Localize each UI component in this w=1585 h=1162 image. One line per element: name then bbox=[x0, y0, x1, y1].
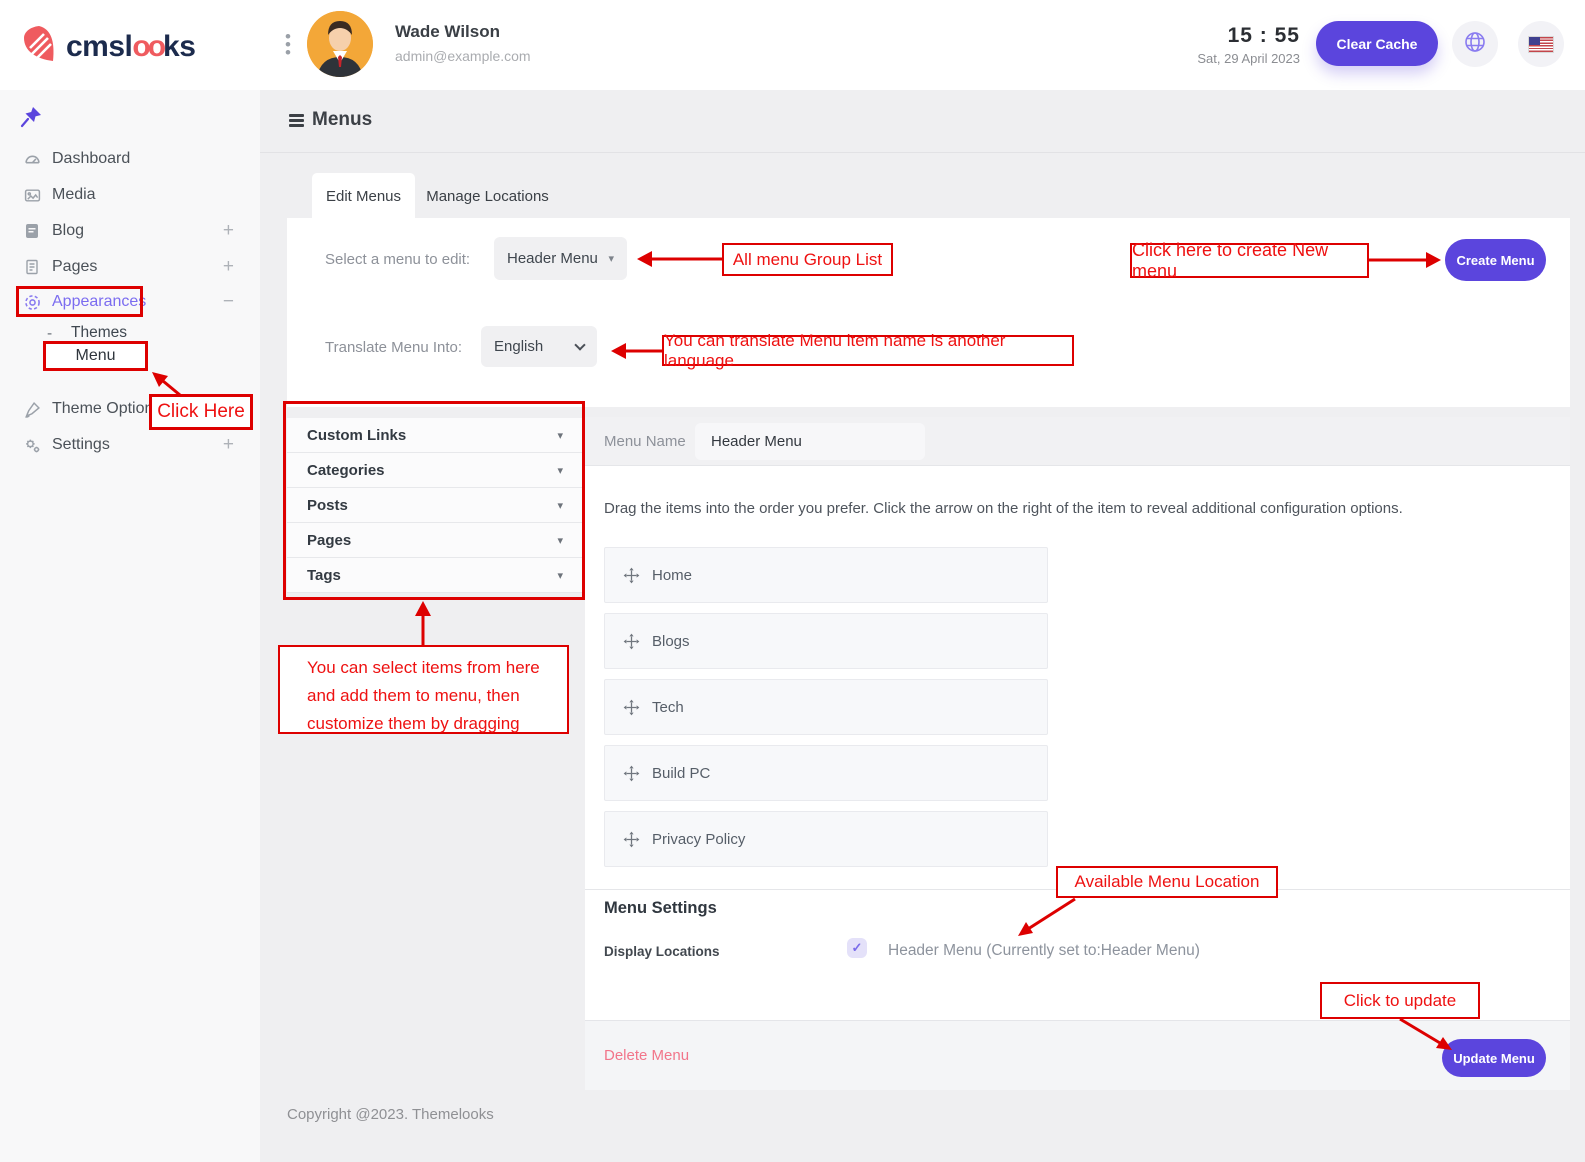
clear-cache-button[interactable]: Clear Cache bbox=[1316, 21, 1438, 66]
user-name: Wade Wilson bbox=[395, 22, 500, 42]
annotation-menu-group: All menu Group List bbox=[722, 243, 893, 276]
move-arrows-icon[interactable] bbox=[623, 699, 640, 716]
panel-footer: Delete Menu Update Menu bbox=[585, 1020, 1570, 1090]
vertical-dots-icon[interactable]: ••• bbox=[285, 33, 291, 57]
annotation-update: Click to update bbox=[1320, 982, 1480, 1019]
move-arrows-icon[interactable] bbox=[623, 831, 640, 848]
sidebar-item-label: Theme Options bbox=[52, 400, 161, 418]
move-arrows-icon[interactable] bbox=[623, 567, 640, 584]
expand-plus-icon[interactable]: + bbox=[223, 220, 234, 242]
language-globe-button[interactable] bbox=[1452, 21, 1498, 67]
display-locations-label: Display Locations bbox=[604, 944, 720, 959]
page-title-bar: Menus bbox=[260, 90, 1585, 153]
brand-wordmark: cmslooks bbox=[66, 30, 195, 64]
drag-hint-text: Drag the items into the order you prefer… bbox=[604, 500, 1403, 517]
menu-name-label: Menu Name bbox=[604, 433, 686, 450]
document-icon bbox=[23, 259, 41, 275]
annotation-outline-accordion bbox=[283, 401, 585, 600]
annotation-location: Available Menu Location bbox=[1056, 866, 1278, 898]
translate-select-value: English bbox=[494, 338, 543, 355]
menu-select-dropdown[interactable]: Header Menu ▾ bbox=[494, 237, 627, 280]
menu-select-value: Header Menu bbox=[507, 250, 598, 267]
translate-select-dropdown[interactable]: English bbox=[481, 326, 597, 367]
menu-item-home[interactable]: Home bbox=[604, 547, 1048, 603]
sidebar-item-dashboard[interactable]: Dashboard bbox=[0, 145, 260, 173]
annotation-translate: You can translate Menu item name is anot… bbox=[662, 335, 1074, 366]
user-avatar[interactable] bbox=[307, 11, 373, 77]
check-icon: ✓ bbox=[852, 940, 863, 956]
menu-item-build-pc[interactable]: Build PC bbox=[604, 745, 1048, 801]
sidebar-nav: Dashboard Media Blog + bbox=[0, 90, 260, 1162]
hamburger-icon[interactable] bbox=[289, 114, 304, 129]
top-header-bar: cmslooks ••• Wade Wilson admin@example.c… bbox=[0, 0, 1585, 90]
sidebar-item-label: Pages bbox=[52, 258, 97, 276]
clock: 15 : 55 Sat, 29 April 2023 bbox=[1120, 24, 1300, 66]
user-email: admin@example.com bbox=[395, 48, 531, 64]
menu-settings-title: Menu Settings bbox=[604, 899, 717, 918]
locale-flag-button[interactable] bbox=[1518, 21, 1564, 67]
tab-edit-menus[interactable]: Edit Menus bbox=[312, 173, 415, 219]
menu-item-blogs[interactable]: Blogs bbox=[604, 613, 1048, 669]
menus-admin-page: cmslooks ••• Wade Wilson admin@example.c… bbox=[0, 0, 1585, 1162]
caret-down-icon: ▾ bbox=[608, 252, 614, 265]
sidebar-item-settings[interactable]: Settings + bbox=[0, 431, 260, 459]
menu-item-tech[interactable]: Tech bbox=[604, 679, 1048, 735]
sidebar-item-media[interactable]: Media bbox=[0, 181, 260, 209]
move-arrows-icon[interactable] bbox=[623, 765, 640, 782]
expand-plus-icon[interactable]: + bbox=[223, 434, 234, 456]
menu-name-input[interactable] bbox=[695, 423, 925, 460]
globe-icon bbox=[1463, 30, 1487, 59]
location-checkbox[interactable]: ✓ bbox=[847, 938, 867, 958]
paintbrush-icon bbox=[23, 401, 41, 418]
collapse-minus-icon[interactable]: − bbox=[223, 291, 234, 313]
sidebar-subitem-themes[interactable]: Themes bbox=[71, 324, 127, 342]
annotation-click-here: Click Here bbox=[149, 394, 253, 430]
update-menu-button[interactable]: Update Menu bbox=[1442, 1039, 1546, 1077]
translate-menu-label: Translate Menu Into: bbox=[325, 339, 462, 356]
menu-item-privacy-policy[interactable]: Privacy Policy bbox=[604, 811, 1048, 867]
brand-logo[interactable]: cmslooks bbox=[20, 24, 195, 69]
page-title: Menus bbox=[312, 109, 372, 131]
sidebar-item-label: Media bbox=[52, 186, 96, 204]
annotation-create-menu: Click here to create New menu bbox=[1130, 243, 1369, 278]
create-menu-button[interactable]: Create Menu bbox=[1445, 239, 1546, 281]
tab-manage-locations[interactable]: Manage Locations bbox=[415, 173, 560, 219]
current-time: 15 : 55 bbox=[1120, 24, 1300, 48]
pin-icon[interactable] bbox=[20, 106, 42, 133]
copyright-text: Copyright @2023. Themelooks bbox=[287, 1106, 494, 1123]
annotation-outline-menu[interactable]: Menu bbox=[43, 341, 148, 371]
blog-icon bbox=[23, 223, 41, 239]
sidebar-item-label: Blog bbox=[52, 222, 84, 240]
media-icon bbox=[23, 187, 41, 204]
expand-plus-icon[interactable]: + bbox=[223, 256, 234, 278]
location-text: Header Menu (Currently set to:Header Men… bbox=[888, 942, 1200, 960]
sidebar-item-label: Settings bbox=[52, 436, 110, 454]
chevron-down-icon bbox=[574, 339, 585, 350]
us-flag-icon bbox=[1528, 36, 1554, 53]
current-date: Sat, 29 April 2023 bbox=[1120, 51, 1300, 66]
sidebar-item-blog[interactable]: Blog + bbox=[0, 217, 260, 245]
delete-menu-link[interactable]: Delete Menu bbox=[604, 1047, 689, 1064]
sidebar-item-pages[interactable]: Pages + bbox=[0, 253, 260, 281]
menu-selector-panel bbox=[287, 218, 1570, 407]
gauge-icon bbox=[23, 151, 41, 168]
sidebar-subitem-menu[interactable]: Menu bbox=[75, 347, 115, 365]
gears-icon bbox=[23, 437, 41, 454]
annotation-outline-appearances bbox=[16, 286, 143, 317]
select-menu-label: Select a menu to edit: bbox=[325, 251, 470, 268]
move-arrows-icon[interactable] bbox=[623, 633, 640, 650]
sidebar-item-label: Dashboard bbox=[52, 150, 130, 168]
annotation-select-items-note: You can select items from here and add t… bbox=[278, 645, 569, 734]
leaf-logo-icon bbox=[20, 24, 58, 69]
